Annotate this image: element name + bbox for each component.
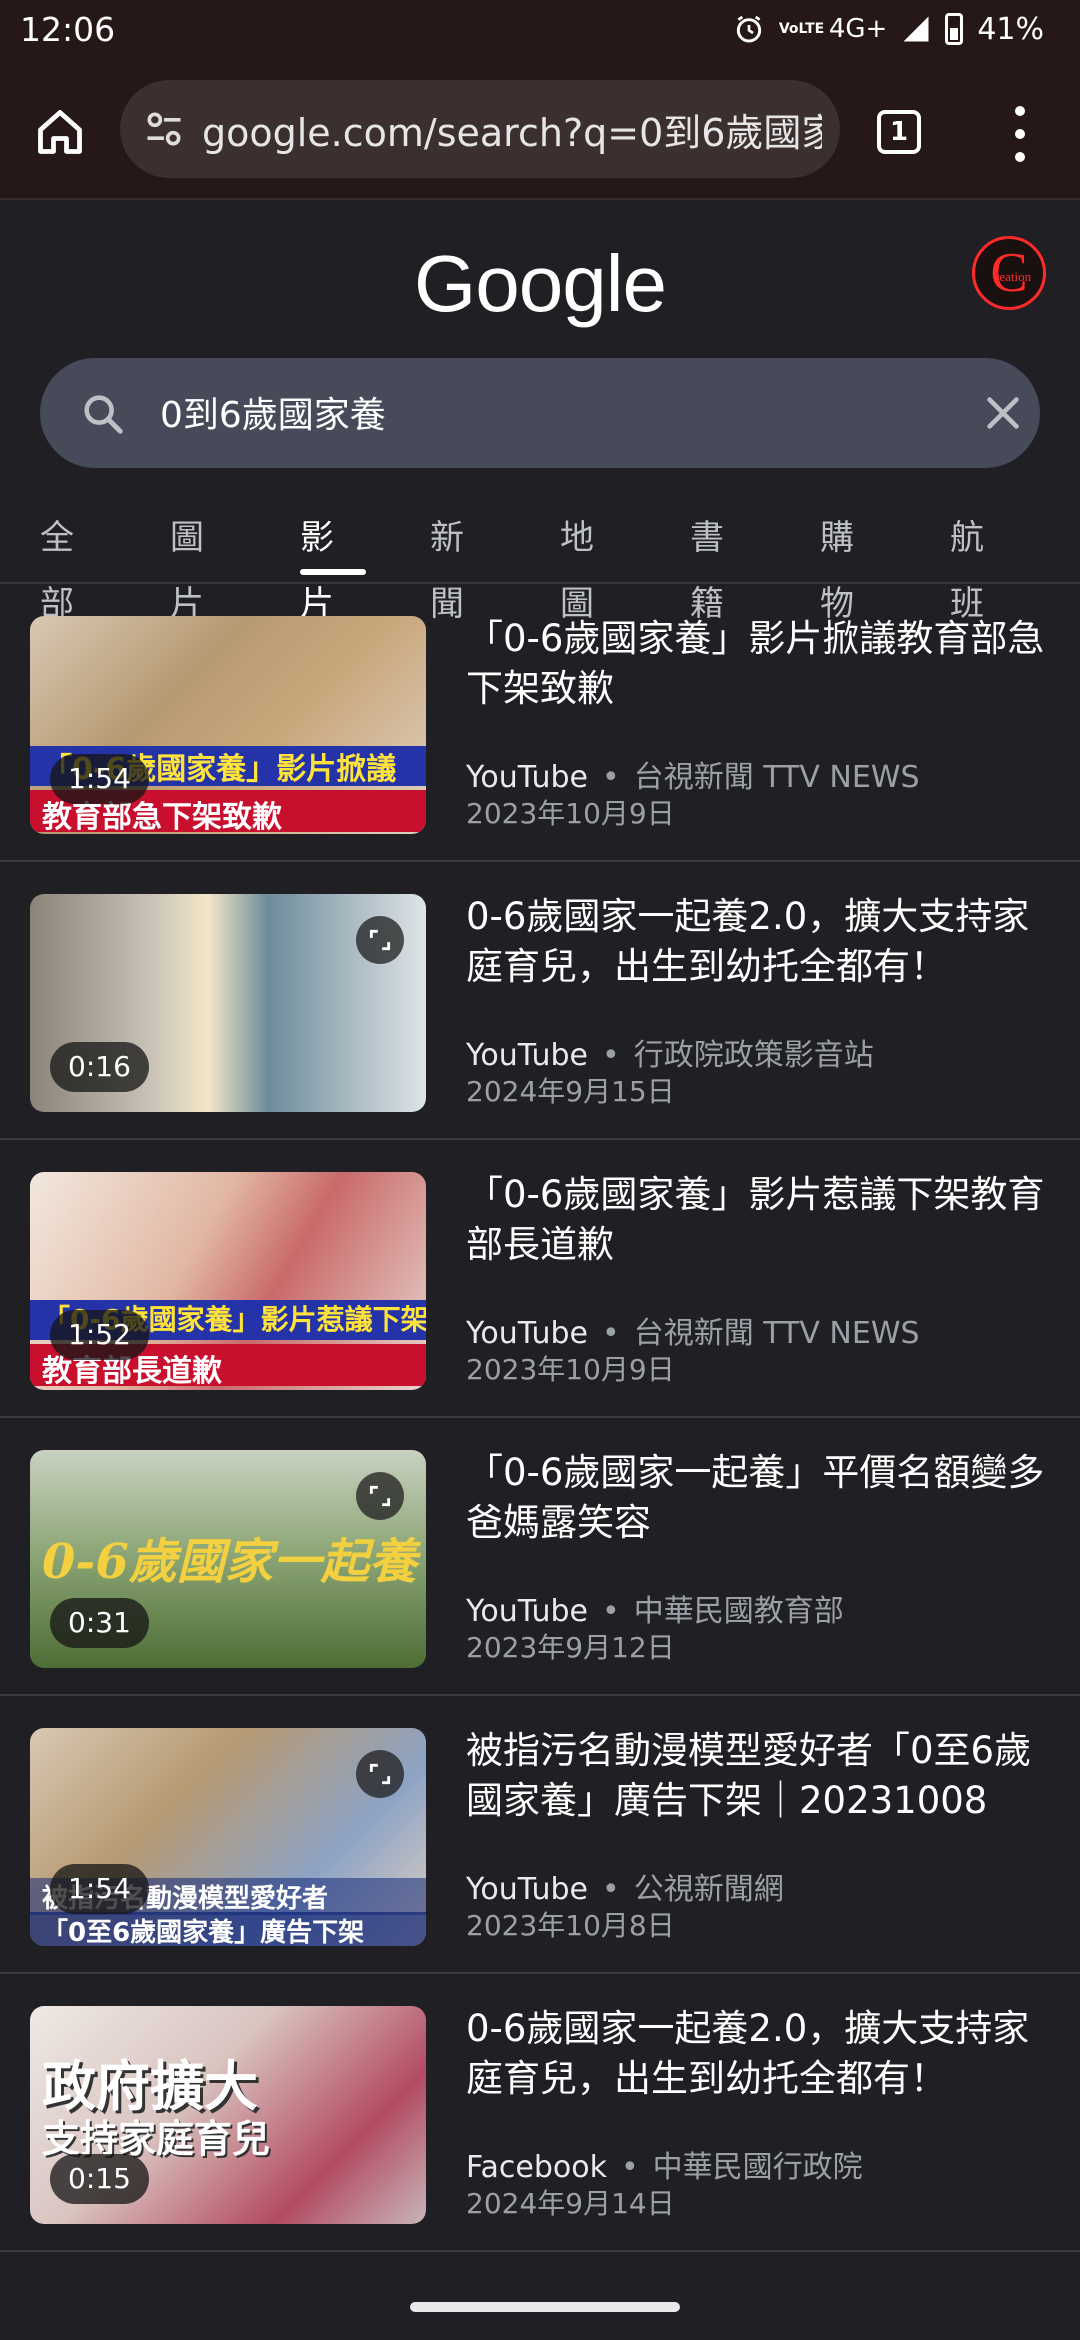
thumbnail-caption: 0-6歲國家一起養 (42, 1534, 417, 1590)
video-meta: YouTube • 中華民國教育部 (466, 1594, 844, 1629)
video-date: 2024年9月15日 (466, 1075, 675, 1108)
video-channel: 中華民國教育部 (633, 1594, 844, 1629)
volte-icon: VoLTE (778, 21, 825, 37)
video-result[interactable]: 0-6歲國家一起養 0:31 「0-6歲國家一起養」平價名額變多爸媽露笑容 Yo… (0, 1418, 1080, 1696)
video-thumbnail[interactable]: 被指污名動漫模型愛好者 「0至6歲國家養」廣告下架 1:54 (30, 1728, 426, 1946)
video-channel: 行政院政策影音站 (633, 1038, 874, 1073)
video-duration: 1:54 (50, 1864, 149, 1914)
status-time: 12:06 (20, 9, 116, 49)
tab-images[interactable]: 圖片 (170, 505, 236, 624)
battery-percent: 41% (977, 11, 1044, 47)
video-source: YouTube (466, 1316, 588, 1351)
video-meta: YouTube • 台視新聞 TTV NEWS (466, 1316, 920, 1351)
video-meta: YouTube • 行政院政策影音站 (466, 1038, 874, 1073)
video-duration: 0:15 (50, 2154, 149, 2204)
search-icon (84, 395, 123, 434)
browser-toolbar: google.com/search?q=0到6歲國家 1 (0, 58, 1080, 200)
video-source: YouTube (466, 1038, 588, 1073)
clear-icon[interactable] (980, 390, 1026, 436)
video-result[interactable]: 「0-6歲國家養」影片掀議 教育部急下架致歉 1:54 「0-6歲國家養」影片掀… (0, 584, 1080, 862)
video-channel: 台視新聞 TTV NEWS (633, 760, 920, 795)
tab-switcher-button[interactable]: 1 (877, 110, 921, 154)
video-channel: 台視新聞 TTV NEWS (633, 1316, 920, 1351)
site-settings-icon[interactable] (140, 105, 188, 153)
status-bar: 12:06 VoLTE 4G+ 41% (0, 0, 1080, 58)
video-title[interactable]: 「0-6歲國家養」影片掀議教育部急下架致歉 (466, 614, 1058, 714)
tab-shopping[interactable]: 購物 (820, 505, 886, 624)
video-source: YouTube (466, 1594, 588, 1629)
account-avatar[interactable]: C reation (972, 236, 1046, 310)
video-date: 2023年10月9日 (466, 797, 675, 830)
video-title[interactable]: 被指污名動漫模型愛好者「0至6歲國家養」廣告下架｜20231008 (466, 1726, 1058, 1826)
tab-flights[interactable]: 航班 (950, 505, 1016, 624)
video-channel: 中華民國行政院 (652, 2150, 863, 2185)
video-result[interactable]: 被指污名動漫模型愛好者 「0至6歲國家養」廣告下架 1:54 被指污名動漫模型愛… (0, 1696, 1080, 1974)
video-results: 「0-6歲國家養」影片掀議 教育部急下架致歉 1:54 「0-6歲國家養」影片掀… (0, 584, 1080, 2252)
video-title[interactable]: 0-6歲國家一起養2.0，擴大支持家庭育兒，出生到幼托全都有！ (466, 2004, 1058, 2104)
video-meta: YouTube • 台視新聞 TTV NEWS (466, 760, 920, 795)
search-box[interactable]: 0到6歲國家養 (40, 358, 1040, 468)
dot-icon (1015, 152, 1025, 162)
overflow-menu-button[interactable] (1004, 106, 1036, 162)
status-icons: VoLTE 4G+ 41% (733, 12, 1044, 47)
tab-videos[interactable]: 影片 (300, 505, 366, 624)
home-icon (38, 110, 82, 154)
home-button[interactable] (32, 104, 88, 160)
tab-maps[interactable]: 地圖 (560, 505, 626, 624)
video-thumbnail[interactable]: 「0-6歲國家養」影片惹議下架 教育部長道歉 1:52 (30, 1172, 426, 1390)
video-duration: 1:54 (50, 754, 149, 804)
video-date: 2023年10月9日 (466, 1353, 675, 1386)
avatar-text: reation (995, 269, 1032, 284)
search-query[interactable]: 0到6歲國家養 (160, 386, 386, 438)
signal-icon (903, 16, 929, 42)
search-tabs: 全部 圖片 影片 新聞 地圖 書籍 購物 航班 (0, 505, 1080, 624)
video-source: Facebook (466, 2150, 607, 2185)
url-text: google.com/search?q=0到6歲國家 (202, 110, 822, 155)
video-duration: 0:31 (50, 1598, 149, 1648)
google-logo[interactable]: Google (0, 238, 1080, 330)
video-channel: 公視新聞網 (633, 1872, 784, 1907)
expand-icon[interactable] (356, 916, 404, 964)
video-title[interactable]: 「0-6歲國家一起養」平價名額變多爸媽露笑容 (466, 1448, 1058, 1548)
tab-books[interactable]: 書籍 (690, 505, 756, 624)
video-title[interactable]: 0-6歲國家一起養2.0，擴大支持家庭育兒，出生到幼托全都有！ (466, 892, 1058, 992)
video-thumbnail[interactable]: 0:16 (30, 894, 426, 1112)
video-duration: 1:52 (50, 1310, 149, 1360)
expand-icon[interactable] (356, 1750, 404, 1798)
video-thumbnail[interactable]: 政府擴大 支持家庭育兒 0:15 (30, 2006, 426, 2224)
video-date: 2024年9月14日 (466, 2187, 675, 2220)
video-meta: YouTube • 公視新聞網 (466, 1872, 784, 1907)
video-duration: 0:16 (50, 1042, 149, 1092)
video-meta: Facebook • 中華民國行政院 (466, 2150, 863, 2185)
tab-all[interactable]: 全部 (40, 505, 106, 624)
video-source: YouTube (466, 1872, 588, 1907)
network-label: 4G+ (828, 14, 888, 44)
dot-icon (1015, 106, 1025, 116)
video-source: YouTube (466, 760, 588, 795)
video-date: 2023年9月12日 (466, 1631, 675, 1664)
expand-icon[interactable] (356, 1472, 404, 1520)
battery-icon (945, 13, 964, 45)
dot-icon (1015, 129, 1025, 139)
video-title[interactable]: 「0-6歲國家養」影片惹議下架教育部長道歉 (466, 1170, 1058, 1270)
video-result[interactable]: 政府擴大 支持家庭育兒 0:15 0-6歲國家一起養2.0，擴大支持家庭育兒，出… (0, 1974, 1080, 2252)
alarm-icon (736, 15, 761, 43)
address-bar[interactable]: google.com/search?q=0到6歲國家 (120, 80, 840, 178)
video-result[interactable]: 0:16 0-6歲國家一起養2.0，擴大支持家庭育兒，出生到幼托全都有！ You… (0, 862, 1080, 1140)
video-thumbnail[interactable]: 0-6歲國家一起養 0:31 (30, 1450, 426, 1668)
tab-news[interactable]: 新聞 (430, 505, 496, 624)
video-result[interactable]: 「0-6歲國家養」影片惹議下架 教育部長道歉 1:52 「0-6歲國家養」影片惹… (0, 1140, 1080, 1418)
video-thumbnail[interactable]: 「0-6歲國家養」影片掀議 教育部急下架致歉 1:54 (30, 616, 426, 834)
gesture-bar[interactable] (410, 2302, 680, 2312)
video-date: 2023年10月8日 (466, 1909, 675, 1942)
thumbnail-caption: 「0至6歲國家養」廣告下架 (30, 1912, 426, 1946)
